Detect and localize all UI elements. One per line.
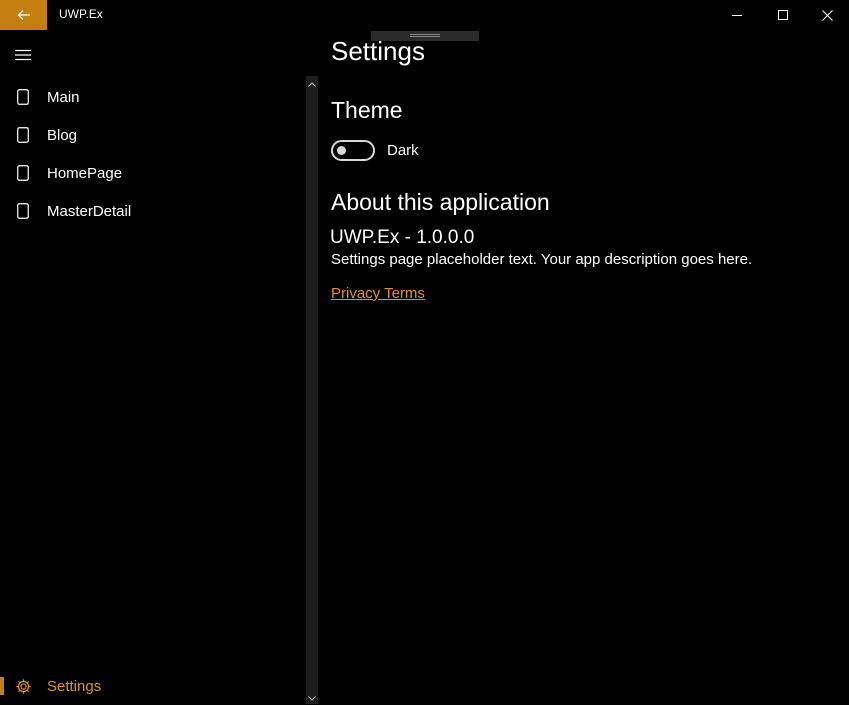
grip-line: [410, 34, 440, 35]
page-icon: [17, 127, 29, 143]
minimize-button[interactable]: [714, 0, 760, 30]
page-title: Settings: [331, 36, 425, 66]
privacy-terms-link[interactable]: Privacy Terms: [331, 285, 425, 302]
hamburger-menu-button[interactable]: [10, 42, 36, 68]
nav-item-label: Blog: [47, 126, 78, 144]
app-description: Settings page placeholder text. Your app…: [331, 251, 753, 268]
page-icon: [17, 165, 29, 181]
title-bar: UWP.Ex: [0, 0, 849, 30]
minimize-icon: [732, 15, 742, 16]
nav-item-main[interactable]: Main: [0, 78, 300, 116]
page-icon: [17, 89, 29, 105]
close-button[interactable]: [804, 0, 849, 30]
nav-item-blog[interactable]: Blog: [0, 116, 300, 154]
close-icon: [821, 9, 833, 21]
page-icon: [17, 203, 29, 219]
nav-scrollbar[interactable]: [306, 76, 318, 704]
back-arrow-icon: [17, 10, 30, 20]
scroll-up-button[interactable]: [306, 78, 318, 90]
about-heading: About this application: [331, 189, 550, 215]
nav-item-label: HomePage: [47, 164, 123, 182]
selection-indicator: [0, 677, 4, 695]
theme-toggle-switch[interactable]: [331, 140, 375, 161]
chevron-down-icon: [308, 695, 316, 701]
nav-item-settings[interactable]: Settings: [0, 667, 300, 705]
maximize-button[interactable]: [760, 0, 806, 30]
nav-item-label: MasterDetail: [47, 202, 132, 220]
back-button[interactable]: [0, 0, 47, 30]
nav-item-label: Main: [47, 88, 80, 106]
hamburger-icon: [15, 49, 31, 61]
gear-icon: [16, 678, 31, 694]
app-title: UWP.Ex: [59, 7, 103, 21]
theme-toggle-label: Dark: [387, 142, 419, 159]
chevron-up-icon: [308, 81, 316, 87]
maximize-icon: [778, 10, 788, 20]
nav-item-masterdetail[interactable]: MasterDetail: [0, 192, 300, 230]
theme-heading: Theme: [331, 97, 403, 123]
app-version: UWP.Ex - 1.0.0.0: [330, 227, 475, 248]
scroll-down-button[interactable]: [306, 692, 318, 704]
nav-item-label: Settings: [47, 677, 102, 695]
toggle-knob: [337, 146, 346, 155]
nav-item-homepage[interactable]: HomePage: [0, 154, 300, 192]
